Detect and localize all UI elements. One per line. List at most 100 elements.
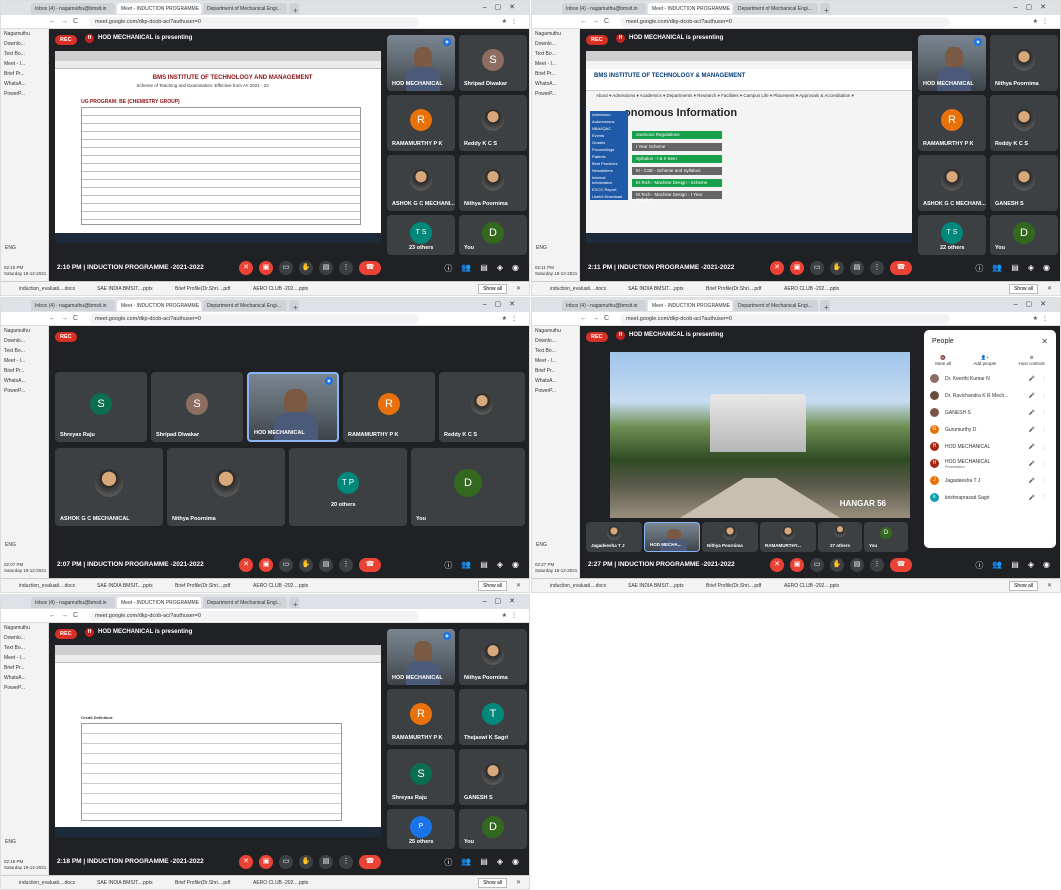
more-options-icon[interactable]: ⋮ [1038,410,1050,416]
camera-off-icon[interactable]: ▣ [790,558,804,572]
participant-row[interactable]: G Gurumurthy D 🎤 ⋮ [924,421,1056,438]
participant-row[interactable]: k krishnaprasad Sagri 🎤 ⋮ [924,489,1056,506]
participant-row[interactable]: H HOD MECHANICAL 🎤 ⋮ [924,438,1056,455]
mic-icon[interactable]: 🎤 [1026,427,1038,433]
download-item[interactable]: SAE INDIA BMSIT....pptx [97,286,169,292]
chat-icon[interactable]: ▤ [480,560,488,571]
people-icon[interactable]: 👥 [992,560,1002,571]
video-tile[interactable]: Jagadeesha T J [586,522,642,552]
chat-icon[interactable]: ▤ [480,263,488,274]
video-tile[interactable]: ASHOK G C MECHANICAL [55,448,163,526]
more-options-icon[interactable]: ⋮ [870,558,884,572]
leave-call-button[interactable]: ☎ [359,261,381,275]
video-tile[interactable]: Reddy K C S [990,95,1058,151]
more-options-icon[interactable]: ⋮ [1038,427,1050,433]
new-tab-button[interactable]: + [289,299,299,311]
video-tile[interactable]: R RAMAMURTHY P K [343,372,435,442]
tab-meet[interactable]: Meet - INDUCTION PROGRAMME [648,299,732,311]
raise-hand-icon[interactable]: ✋ [299,855,313,869]
raise-hand-icon[interactable]: ✋ [830,261,844,275]
camera-off-icon[interactable]: ▣ [259,558,273,572]
captions-icon[interactable]: ▭ [810,261,824,275]
mute-all-button[interactable]: 🔇 Mute all [935,355,951,366]
more-options-icon[interactable]: ⋮ [1038,393,1050,399]
new-tab-button[interactable]: + [820,2,830,14]
lock-icon[interactable]: ◉ [512,560,519,571]
more-options-icon[interactable]: ⋮ [1038,376,1050,382]
activities-icon[interactable]: ◈ [1028,263,1034,274]
people-icon[interactable]: 👥 [461,857,471,868]
sidebar-item[interactable]: PowerP... [1,386,48,396]
add-people-button[interactable]: 👤+ Add people [973,355,996,366]
download-item[interactable]: Brief Profile(Dr.Shri....pdf [175,583,247,589]
sidebar-item[interactable]: Brief Pr... [532,366,579,376]
window-controls[interactable]: –▢✕ [483,597,523,605]
download-item[interactable]: Brief Profile(Dr.Shri....pdf [175,286,247,292]
browser-extras-icon[interactable]: ★⋮ [502,315,521,322]
window-controls[interactable]: –▢✕ [1014,300,1054,308]
sidebar-item[interactable]: PowerP... [532,89,579,99]
site-link[interactable]: I Year Scheme [632,143,722,151]
video-tile[interactable]: T Thejaswi K Sagri [459,689,527,745]
more-options-icon[interactable]: ⋮ [339,855,353,869]
chat-icon[interactable]: ▤ [1011,263,1019,274]
info-icon[interactable]: ⓘ [444,560,452,571]
more-options-icon[interactable]: ⋮ [1038,444,1050,450]
sidebar-item[interactable]: Text Bo... [1,643,48,653]
close-icon[interactable]: ✕ [516,285,521,292]
show-all-button[interactable]: Show all [1009,283,1038,294]
browser-extras-icon[interactable]: ★⋮ [502,18,521,25]
sidebar-item[interactable]: PowerP... [532,386,579,396]
leave-call-button[interactable]: ☎ [890,558,912,572]
more-options-icon[interactable]: ⋮ [339,558,353,572]
download-item[interactable]: induction_evaluati....docx [19,880,91,886]
sidebar-item[interactable]: Brief Pr... [1,69,48,79]
tab-meet[interactable]: Meet - INDUCTION PROGRAMME [117,596,201,608]
browser-extras-icon[interactable]: ★⋮ [1033,18,1052,25]
mic-off-icon[interactable]: ✕ [239,855,253,869]
captions-icon[interactable]: ▭ [279,558,293,572]
site-link[interactable]: Syllabus - I & II Sem [632,155,722,163]
close-icon[interactable]: ✕ [1047,582,1052,589]
sidebar-item[interactable]: Meet - I... [1,356,48,366]
download-item[interactable]: induction_evaluati....docx [19,583,91,589]
tab-department[interactable]: Department of Mechanical Engi... [734,299,818,311]
tab-meet[interactable]: Meet - INDUCTION PROGRAMME [117,299,201,311]
video-tile[interactable]: ASHOK G C MECHANI... [918,155,986,211]
activities-icon[interactable]: ◈ [1028,560,1034,571]
participant-row[interactable]: J Jagadeesha T J 🎤 ⋮ [924,472,1056,489]
show-all-button[interactable]: Show all [478,877,507,888]
present-icon[interactable]: ▤ [319,558,333,572]
new-tab-button[interactable]: + [820,299,830,311]
video-tile[interactable]: ◉ HOD MECHANICAL [387,35,455,91]
sidebar-item[interactable]: Text Bo... [1,346,48,356]
video-tile[interactable]: GANESH S [459,749,527,805]
url-field[interactable]: meet.google.com/dkp-dcob-aci?authuser=0 [89,16,419,27]
tab-inbox[interactable]: Inbox (4) - nagamuthu@bmsit.in [562,2,646,14]
download-item[interactable]: Brief Profile(Dr.Shri....pdf [706,583,778,589]
video-tile[interactable]: ASHOK G C MECHANI... [387,155,455,211]
sidebar-item[interactable]: Text Bo... [1,49,48,59]
tab-meet[interactable]: Meet - INDUCTION PROGRAMME [117,2,201,14]
mic-icon[interactable]: 🎤 [1026,461,1038,467]
self-tile[interactable]: D You [990,215,1058,255]
download-item[interactable]: AERO CLUB -202....pptx [253,880,325,886]
others-tile[interactable]: P 25 others [387,809,455,849]
tab-department[interactable]: Department of Mechanical Engi... [203,2,287,14]
new-tab-button[interactable]: + [289,596,299,608]
leave-call-button[interactable]: ☎ [359,855,381,869]
tab-department[interactable]: Department of Mechanical Engi... [203,596,287,608]
more-options-icon[interactable]: ⋮ [1038,461,1050,467]
video-tile[interactable]: ◉ HOD MECHANICAL [387,629,455,685]
more-options-icon[interactable]: ⋮ [1038,478,1050,484]
show-all-button[interactable]: Show all [1009,580,1038,591]
close-icon[interactable]: ✕ [1041,337,1048,346]
download-item[interactable]: AERO CLUB -202....pptx [253,286,325,292]
activities-icon[interactable]: ◈ [497,263,503,274]
sidebar-item[interactable]: Meet - I... [1,59,48,69]
video-tile[interactable]: Reddy K C S [439,372,525,442]
sidebar-item[interactable]: Nagamuthu [532,29,579,39]
video-tile[interactable]: ◉ HOD MECHANICAL [918,35,986,91]
sidebar-item[interactable]: Downlo... [532,39,579,49]
download-item[interactable]: SAE INDIA BMSIT....pptx [97,880,169,886]
